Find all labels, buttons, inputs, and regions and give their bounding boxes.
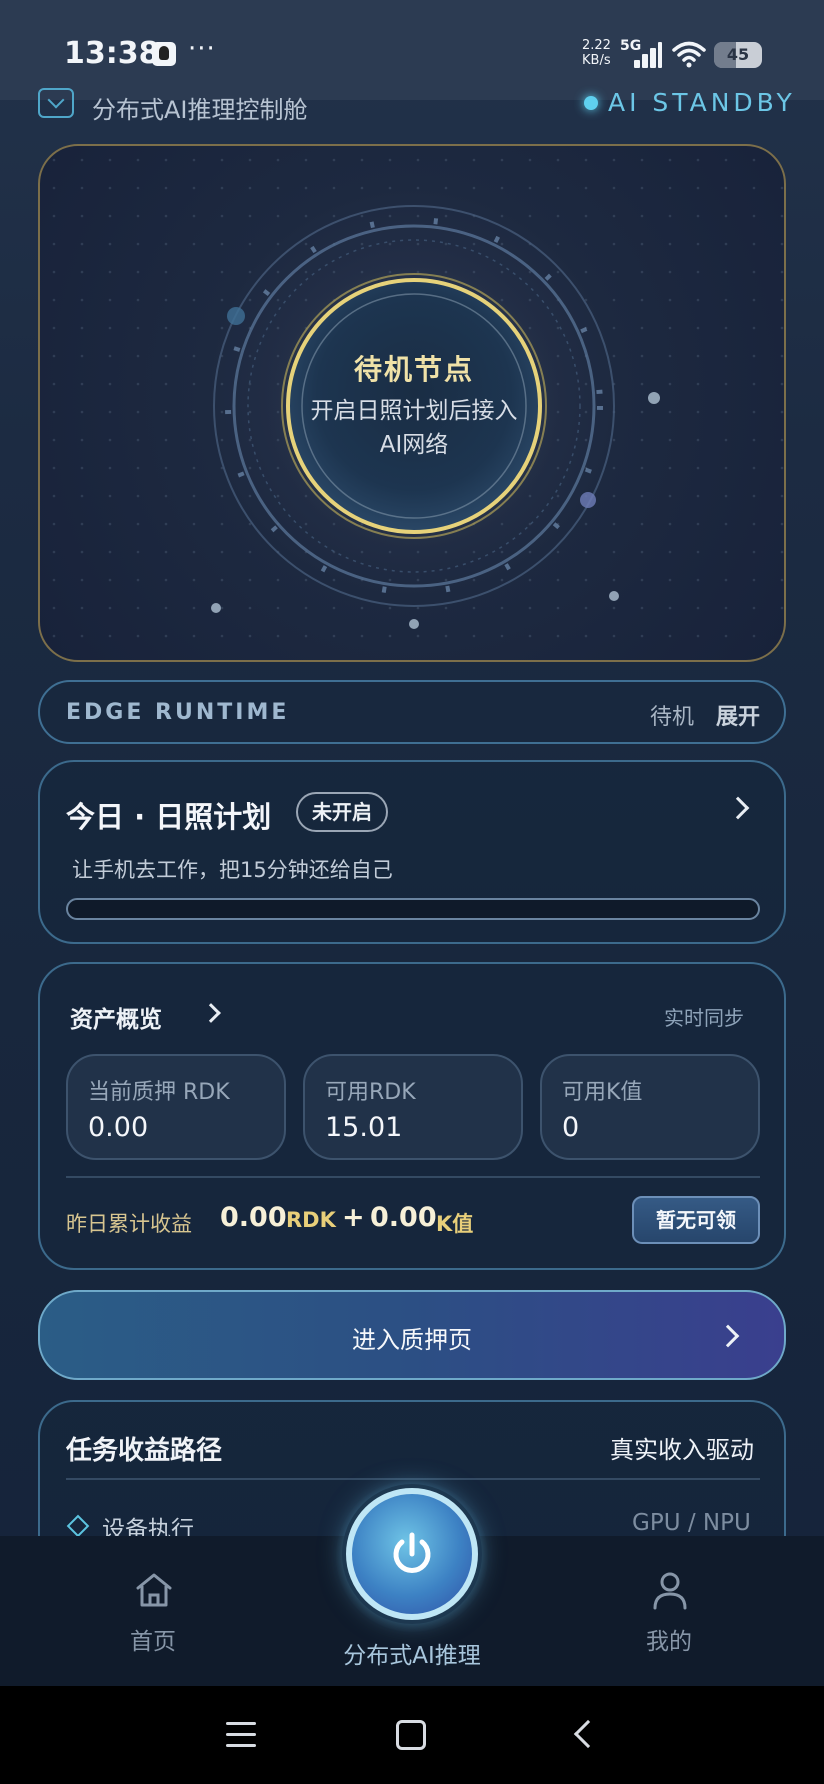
chevron-right-icon[interactable] (201, 1003, 221, 1023)
net-speed-value: 2.22 (582, 38, 611, 53)
plan-status-badge: 未开启 (296, 792, 388, 832)
nav-me-label[interactable]: 我的 (646, 1622, 692, 1656)
qq-notification-icon (152, 42, 176, 66)
sync-label: 实时同步 (664, 1006, 744, 1030)
claim-button[interactable]: 暂无可领 (632, 1196, 760, 1244)
task-path-subtitle: 真实收入驱动 (610, 1436, 754, 1464)
runtime-state: 待机 (650, 705, 695, 730)
path-item-value: GPU / NPU (632, 1510, 751, 1536)
user-icon[interactable] (652, 1570, 688, 1610)
net-speed-unit: KB/s (582, 53, 611, 68)
tile-label: 可用RDK (325, 1080, 416, 1105)
wifi-icon (672, 41, 706, 68)
node-status-subtitle: 开启日照计划后接入AI网络 (310, 398, 518, 458)
node-hero-card[interactable]: 待机节点 开启日照计划后接入AI网络 (38, 144, 786, 662)
cockpit-icon (38, 88, 74, 118)
diamond-icon (66, 1514, 90, 1538)
assets-title[interactable]: 资产概览 (70, 1000, 162, 1034)
tile-label: 可用K值 (562, 1080, 643, 1105)
runtime-label: EDGE RUNTIME (66, 700, 290, 725)
yesterday-earnings-label: 昨日累计收益 (66, 1212, 192, 1236)
status-time: 13:38 (64, 36, 160, 71)
stake-button-label: 进入质押页 (352, 1326, 472, 1354)
earn-rdk-unit: RDK (286, 1208, 336, 1232)
tile-label: 当前质押 RDK (88, 1080, 230, 1105)
plan-subtitle: 让手机去工作，把15分钟还给自己 (72, 858, 393, 882)
runtime-expand-button[interactable]: 展开 (716, 699, 760, 731)
earn-rdk-amount: 0.00 (220, 1202, 287, 1233)
page-title: 分布式AI推理控制舱 (92, 96, 308, 124)
more-notifications-icon: ··· (188, 34, 216, 64)
tile-value: 0.00 (88, 1112, 149, 1143)
net-speed: 2.22 KB/s (582, 38, 611, 68)
tile-value: 15.01 (325, 1112, 403, 1143)
plus-sign: + (342, 1202, 365, 1233)
signal-icon (628, 42, 662, 68)
status-dot-icon (584, 96, 598, 110)
staked-rdk-tile: 当前质押 RDK 0.00 (66, 1054, 286, 1160)
earn-k-amount: 0.00 (370, 1202, 437, 1233)
home-icon[interactable] (134, 1570, 174, 1610)
chevron-right-icon[interactable] (726, 796, 750, 820)
assets-overview-card: 资产概览 实时同步 当前质押 RDK 0.00 可用RDK 15.01 可用K值… (38, 962, 786, 1270)
earn-k-unit: K值 (436, 1212, 474, 1236)
home-square-icon[interactable] (396, 1720, 426, 1750)
power-icon[interactable] (385, 1527, 439, 1581)
ai-status-label: AI STANDBY (608, 88, 796, 117)
available-k-tile: 可用K值 0 (540, 1054, 760, 1160)
nav-ai-label[interactable]: 分布式AI推理 (0, 1636, 824, 1670)
edge-runtime-bar[interactable]: EDGE RUNTIME 待机 展开 (38, 680, 786, 744)
sunshine-plan-card[interactable]: 今日 · 日照计划 未开启 让手机去工作，把15分钟还给自己 (38, 760, 786, 944)
battery-indicator: 45 (714, 42, 762, 68)
enter-stake-button[interactable]: 进入质押页 (38, 1290, 786, 1380)
plan-progress-bar (66, 898, 760, 920)
tile-value: 0 (562, 1112, 580, 1143)
node-status-title: 待机节点 (353, 353, 474, 386)
task-path-title: 任务收益路径 (66, 1436, 223, 1466)
available-rdk-tile: 可用RDK 15.01 (303, 1054, 523, 1160)
plan-title: 今日 · 日照计划 (66, 800, 272, 834)
battery-level: 45 (726, 45, 750, 64)
recent-apps-icon[interactable] (226, 1722, 256, 1748)
divider (66, 1176, 760, 1178)
